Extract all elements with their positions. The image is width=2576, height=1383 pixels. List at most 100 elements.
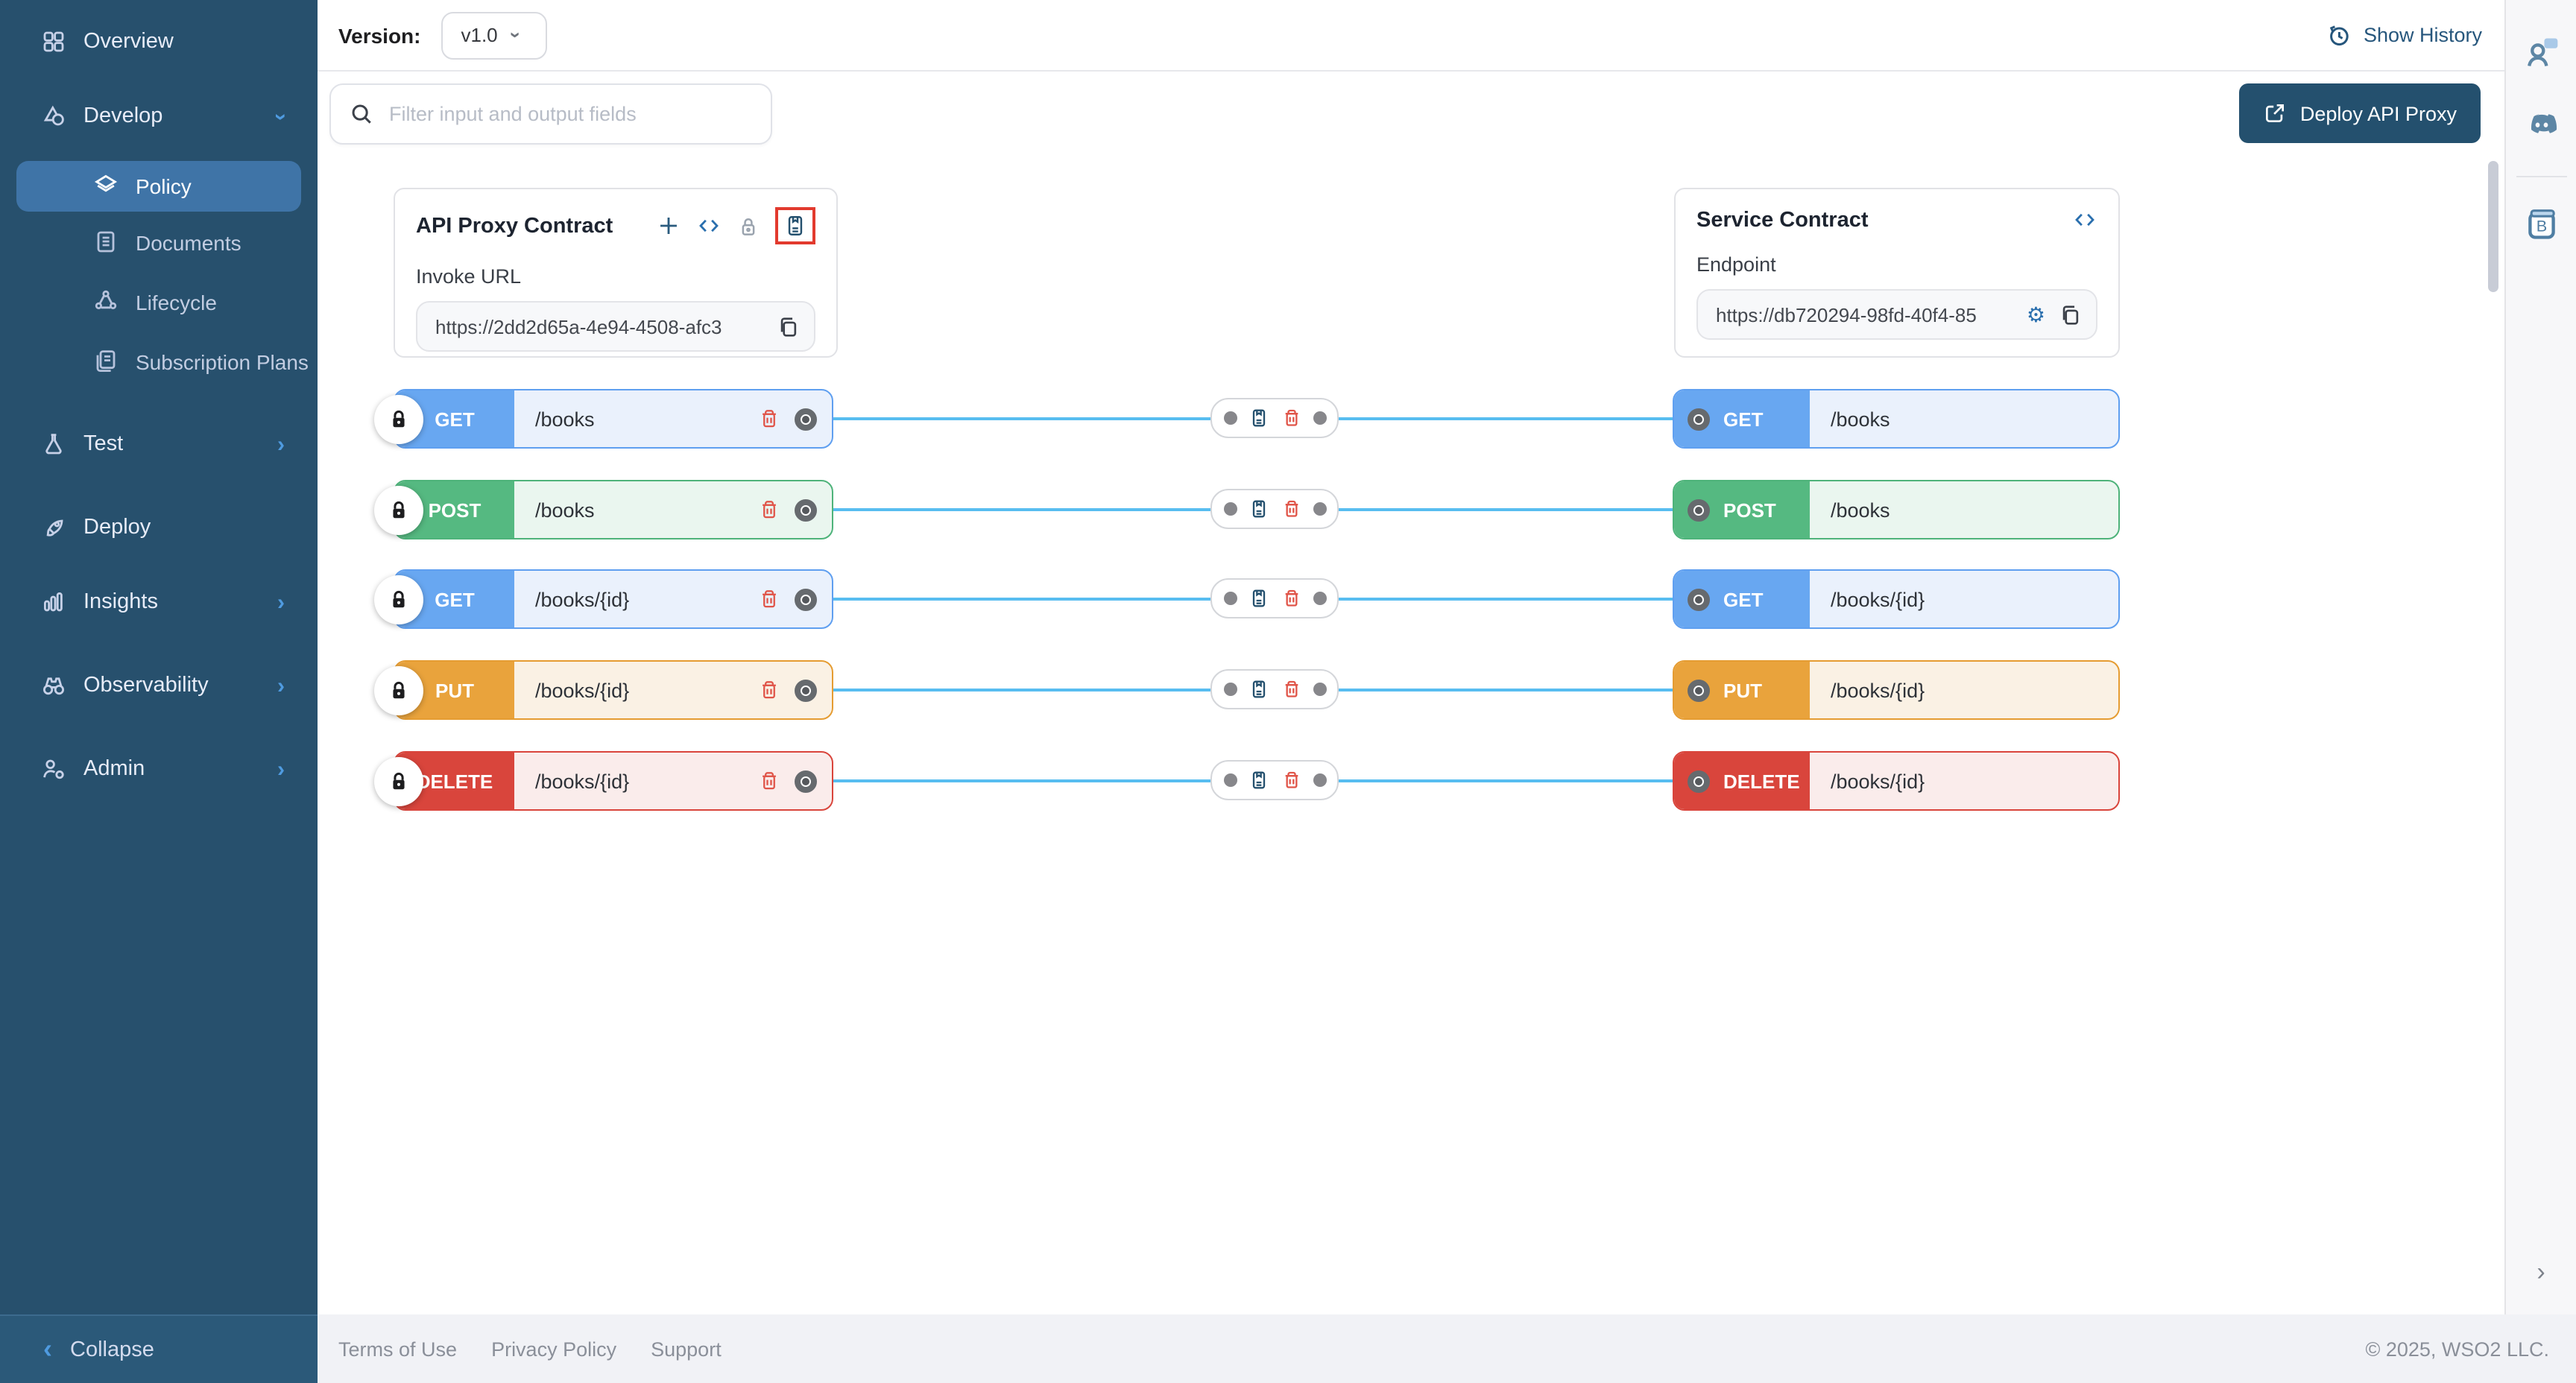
port-dot[interactable] <box>1313 683 1326 696</box>
bar-chart-icon <box>40 589 67 615</box>
delete-mapping-icon[interactable] <box>1280 678 1302 700</box>
code-view-icon[interactable] <box>696 213 722 238</box>
sidebar-item-label: Test <box>83 432 123 456</box>
sidebar-item-label: Admin <box>83 757 145 781</box>
sidebar-item-policy[interactable]: Policy <box>16 161 301 212</box>
sidebar-item-label: Deploy <box>83 516 151 539</box>
documents-icon <box>92 227 119 259</box>
copy-icon[interactable] <box>2057 302 2083 327</box>
out-port[interactable] <box>795 408 817 430</box>
port-dot[interactable] <box>1223 773 1237 787</box>
port-dot[interactable] <box>1223 592 1237 605</box>
support-link[interactable]: Support <box>651 1338 722 1360</box>
out-port[interactable] <box>795 588 817 610</box>
sidebar-item-admin[interactable]: Admin › <box>0 739 318 799</box>
connector-line <box>1339 508 1698 511</box>
discord-icon[interactable] <box>2522 104 2560 143</box>
right-toolbar: B › <box>2504 0 2576 1314</box>
expand-panel-chevron-icon[interactable]: › <box>2536 1258 2545 1288</box>
deploy-api-proxy-button[interactable]: Deploy API Proxy <box>2239 83 2481 143</box>
sidebar-item-deploy[interactable]: Deploy <box>0 498 318 557</box>
port-dot[interactable] <box>1313 773 1326 787</box>
resource-path: /books <box>1810 408 2118 430</box>
sidebar-item-label: Develop <box>83 104 162 128</box>
mapping-widget <box>1210 578 1339 618</box>
version-label: Version: <box>338 23 421 47</box>
resource-path: /books/{id} <box>1810 679 2118 701</box>
proxy-resource-row: DELETE /books/{id} <box>394 751 833 811</box>
delete-resource-icon[interactable] <box>757 587 781 611</box>
policy-clipboard-icon[interactable] <box>1247 587 1269 610</box>
service-resource-row: GET /books/{id} <box>1673 569 2120 629</box>
terms-of-use-link[interactable]: Terms of Use <box>338 1338 457 1360</box>
lock-badge-icon <box>374 575 423 624</box>
in-port[interactable] <box>1688 588 1710 610</box>
policy-icon <box>92 171 119 202</box>
sidebar-item-insights[interactable]: Insights › <box>0 572 318 632</box>
policy-clipboard-icon[interactable] <box>1247 769 1269 791</box>
sidebar-item-test[interactable]: Test › <box>0 414 318 474</box>
in-port[interactable] <box>1688 679 1710 701</box>
filter-input[interactable] <box>389 103 753 125</box>
invoke-url-value: https://2dd2d65a-4e94-4508-afc3 <box>435 315 763 338</box>
invoke-url-label: Invoke URL <box>416 265 815 288</box>
lock-badge-icon <box>374 757 423 806</box>
in-port[interactable] <box>1688 408 1710 430</box>
out-port[interactable] <box>795 679 817 701</box>
delete-resource-icon[interactable] <box>757 769 781 793</box>
method-label: PUT <box>435 679 474 701</box>
delete-resource-icon[interactable] <box>757 498 781 522</box>
search-icon <box>349 101 374 127</box>
lock-icon[interactable] <box>736 214 760 238</box>
service-resource-row: POST /books <box>1673 480 2120 539</box>
feedback-icon[interactable] <box>2522 33 2560 72</box>
delete-mapping-icon[interactable] <box>1280 769 1302 791</box>
collapse-sidebar-button[interactable]: ‹ Collapse <box>0 1314 318 1383</box>
out-port[interactable] <box>795 499 817 521</box>
gear-icon[interactable]: ⚙ <box>2027 304 2045 325</box>
lock-badge-icon <box>374 486 423 535</box>
method-label: GET <box>435 408 474 430</box>
sidebar-item-lifecycle[interactable]: Lifecycle <box>0 274 318 331</box>
connector-line <box>1339 417 1698 420</box>
port-dot[interactable] <box>1313 411 1326 425</box>
in-port[interactable] <box>1688 770 1710 792</box>
version-dropdown[interactable]: v1.0 › <box>442 11 548 59</box>
chevron-left-icon: ‹ <box>43 1334 52 1365</box>
sidebar-item-overview[interactable]: Overview <box>0 12 318 72</box>
delete-resource-icon[interactable] <box>757 678 781 702</box>
delete-mapping-icon[interactable] <box>1280 407 1302 429</box>
sidebar-item-observability[interactable]: Observability › <box>0 656 318 715</box>
lifecycle-icon <box>92 287 119 318</box>
sidebar-item-subscription-plans[interactable]: Subscription Plans <box>0 334 318 390</box>
delete-resource-icon[interactable] <box>757 407 781 431</box>
port-dot[interactable] <box>1223 411 1237 425</box>
docs-book-icon[interactable]: B <box>2522 204 2560 243</box>
policy-clipboard-icon[interactable] <box>1247 407 1269 429</box>
in-port[interactable] <box>1688 499 1710 521</box>
port-dot[interactable] <box>1223 683 1237 696</box>
delete-mapping-icon[interactable] <box>1280 498 1302 520</box>
port-dot[interactable] <box>1313 592 1326 605</box>
policy-clipboard-icon[interactable] <box>1247 498 1269 520</box>
port-dot[interactable] <box>1223 502 1237 516</box>
endpoint-label: Endpoint <box>1696 253 2097 276</box>
privacy-policy-link[interactable]: Privacy Policy <box>491 1338 616 1360</box>
copy-icon[interactable] <box>775 314 801 339</box>
vertical-scrollbar-thumb[interactable] <box>2488 161 2498 292</box>
code-view-icon[interactable] <box>2072 207 2097 232</box>
method-label: DELETE <box>1723 770 1800 792</box>
port-dot[interactable] <box>1313 502 1326 516</box>
sidebar-item-develop[interactable]: Develop › <box>0 86 318 146</box>
sidebar-item-documents[interactable]: Documents <box>0 215 318 271</box>
policy-clipboard-icon[interactable] <box>783 213 808 238</box>
policy-clipboard-icon[interactable] <box>1247 678 1269 700</box>
delete-mapping-icon[interactable] <box>1280 587 1302 610</box>
binoculars-icon <box>40 672 67 699</box>
mapping-widget <box>1210 489 1339 529</box>
add-resource-icon[interactable] <box>656 213 681 238</box>
topbar: Version: v1.0 › Show History <box>318 0 2504 72</box>
out-port[interactable] <box>795 770 817 792</box>
method-label: PUT <box>1723 679 1762 701</box>
show-history-button[interactable]: Show History <box>2326 22 2482 48</box>
